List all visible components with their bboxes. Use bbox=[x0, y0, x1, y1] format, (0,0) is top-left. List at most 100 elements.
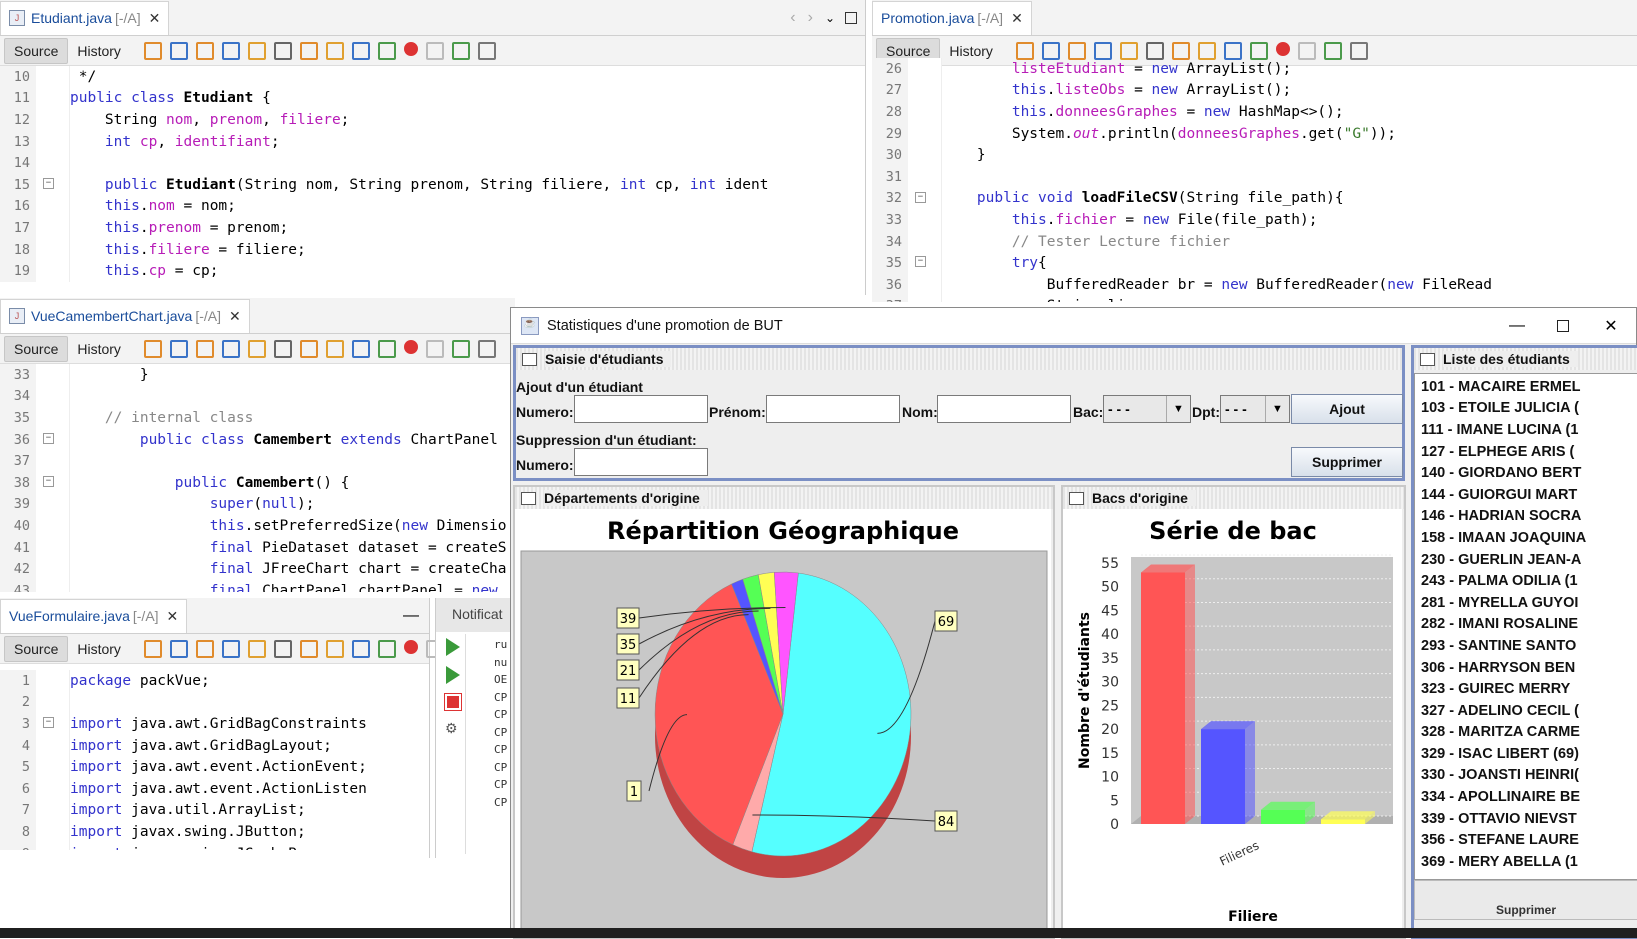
select-icon[interactable] bbox=[1197, 41, 1216, 60]
settings-icon[interactable]: ⚙ bbox=[445, 720, 461, 736]
list-item[interactable]: 306 - HARRYSON BEN bbox=[1415, 657, 1637, 679]
stop-icon[interactable] bbox=[425, 41, 444, 60]
list-item[interactable]: 329 - ISAC LIBERT (69) bbox=[1415, 743, 1637, 765]
history-button[interactable]: History bbox=[68, 39, 130, 63]
code-line[interactable]: 38− public Camembert() { bbox=[0, 471, 515, 494]
code-line[interactable]: 5 import java.awt.event.ActionEvent; bbox=[0, 756, 429, 778]
code-line[interactable]: 30 } bbox=[872, 144, 1637, 166]
code-line[interactable]: 19 this.cp = cp; bbox=[0, 260, 865, 282]
stop-icon[interactable] bbox=[444, 693, 462, 711]
code-line[interactable]: 12 String nom, prenom, filiere; bbox=[0, 109, 865, 131]
chevron-down-icon[interactable]: ▼ bbox=[1166, 396, 1190, 422]
etudiants-list[interactable]: 101 - MACAIRE ERMEL 103 - ETOILE JULICIA … bbox=[1414, 373, 1637, 880]
find-icon[interactable] bbox=[221, 339, 240, 358]
maximize-icon[interactable] bbox=[845, 11, 857, 24]
fold-icon[interactable]: − bbox=[915, 256, 926, 268]
find-prev-icon[interactable] bbox=[247, 639, 266, 658]
code-line[interactable]: 8 import javax.swing.JButton; bbox=[0, 821, 429, 843]
code-line[interactable]: 35 // internal class bbox=[0, 407, 515, 429]
find-icon[interactable] bbox=[221, 639, 240, 658]
code-line[interactable]: 10 */ bbox=[0, 66, 865, 88]
scroll-right-icon[interactable]: › bbox=[808, 9, 813, 27]
code-line[interactable]: 6 import java.awt.event.ActionListen bbox=[0, 777, 429, 800]
numero-suppr-input[interactable] bbox=[574, 448, 708, 476]
code-line[interactable]: 36 BufferedReader br = new BufferedReade… bbox=[872, 273, 1637, 296]
code-line[interactable]: 34 // Tester Lecture fichier bbox=[872, 230, 1637, 253]
toggle-highlight-icon[interactable] bbox=[299, 339, 318, 358]
comment-icon[interactable] bbox=[1349, 41, 1368, 60]
code-line[interactable]: 9 import javax.swing.JComboBox; bbox=[0, 842, 429, 850]
code-line[interactable]: 33 this.fichier = new File(file_path); bbox=[872, 209, 1637, 231]
code-area[interactable]: 33 } 34 35 // internal class 36− public cla… bbox=[0, 364, 515, 592]
close-tab-icon[interactable]: ✕ bbox=[229, 308, 241, 325]
close-window-button[interactable]: ✕ bbox=[1586, 316, 1636, 336]
nom-input[interactable] bbox=[937, 395, 1071, 423]
shift-down-icon[interactable] bbox=[1249, 41, 1268, 60]
select-icon[interactable] bbox=[325, 339, 344, 358]
list-item[interactable]: 323 - GUIREC MERRY bbox=[1415, 678, 1637, 700]
forward-icon[interactable] bbox=[169, 41, 188, 60]
record-icon[interactable] bbox=[403, 339, 418, 354]
close-tab-icon[interactable]: ✕ bbox=[149, 10, 161, 27]
find-next-icon[interactable] bbox=[273, 639, 292, 658]
list-item[interactable]: 127 - ELPHEGE ARIS ( bbox=[1415, 441, 1637, 463]
list-item[interactable]: 369 - MERY ABELLA (1 bbox=[1415, 851, 1637, 873]
back-icon[interactable] bbox=[143, 639, 162, 658]
toggle-highlight-icon[interactable] bbox=[299, 639, 318, 658]
find-icon[interactable] bbox=[221, 41, 240, 60]
code-line[interactable]: 11 public class Etudiant { bbox=[0, 87, 865, 110]
list-item[interactable]: 230 - GUERLIN JEAN-A bbox=[1415, 549, 1637, 571]
find-prev-icon[interactable] bbox=[247, 41, 266, 60]
stop-icon[interactable] bbox=[425, 339, 444, 358]
chevron-down-icon[interactable]: ▼ bbox=[1265, 396, 1289, 422]
list-item[interactable]: 334 - APOLLINAIRE BE bbox=[1415, 786, 1637, 808]
shift-down-icon[interactable] bbox=[377, 639, 396, 658]
code-line[interactable]: 1 package packVue; bbox=[0, 670, 429, 692]
code-line[interactable]: 2 bbox=[0, 691, 429, 714]
numero-input[interactable] bbox=[574, 395, 708, 423]
history-button[interactable]: History bbox=[68, 337, 130, 361]
code-line[interactable]: 28 this.donneesGraphes = new HashMap<>()… bbox=[872, 101, 1637, 123]
forward-icon[interactable] bbox=[1041, 41, 1060, 60]
code-line[interactable]: 27 this.listeObs = new ArrayList(); bbox=[872, 79, 1637, 102]
notifications-tab[interactable]: Notificat bbox=[436, 598, 515, 632]
fold-icon[interactable]: − bbox=[43, 177, 54, 189]
toggle-highlight-icon[interactable] bbox=[299, 41, 318, 60]
list-item[interactable]: 111 - IMANE LUCINA (1 bbox=[1415, 419, 1637, 441]
back-icon[interactable] bbox=[143, 339, 162, 358]
code-line[interactable]: 43 final ChartPanel chartPanel = new bbox=[0, 579, 515, 592]
comment-icon[interactable] bbox=[477, 41, 496, 60]
find-next-icon[interactable] bbox=[273, 41, 292, 60]
list-item[interactable]: 328 - MARITZA CARME bbox=[1415, 722, 1637, 744]
forward-icon[interactable] bbox=[169, 639, 188, 658]
run-icon[interactable] bbox=[446, 638, 460, 656]
code-line[interactable]: 40 this.setPreferredSize(new Dimensio bbox=[0, 515, 515, 537]
bookmark-icon[interactable] bbox=[195, 41, 214, 60]
list-item[interactable]: 101 - MACAIRE ERMEL bbox=[1415, 376, 1637, 398]
list-item[interactable]: 327 - ADELINO CECIL ( bbox=[1415, 700, 1637, 722]
bookmark-icon[interactable] bbox=[195, 639, 214, 658]
chevron-down-icon[interactable]: ⌄ bbox=[825, 11, 835, 25]
history-button[interactable]: History bbox=[68, 637, 130, 661]
record-icon[interactable] bbox=[1275, 41, 1290, 56]
list-item[interactable]: 146 - HADRIAN SOCRA bbox=[1415, 506, 1637, 528]
comment-icon[interactable] bbox=[477, 339, 496, 358]
fold-icon[interactable]: − bbox=[43, 475, 54, 487]
code-line[interactable]: 26 listeEtudiant = new ArrayList(); bbox=[872, 58, 1637, 80]
list-item[interactable]: 144 - GUIORGUI MART bbox=[1415, 484, 1637, 506]
tab-vueformulaire-java[interactable]: VueFormulaire.java [-/A] ✕ bbox=[0, 598, 188, 633]
fold-icon[interactable]: − bbox=[915, 191, 926, 203]
code-line[interactable]: 13 int cp, identifiant; bbox=[0, 130, 865, 153]
list-item[interactable]: 339 - OTTAVIO NIEVST bbox=[1415, 808, 1637, 830]
minimize-window-button[interactable]: — bbox=[1494, 317, 1540, 335]
list-item[interactable]: 243 - PALMA ODILIA (1 bbox=[1415, 570, 1637, 592]
minimize-icon[interactable]: — bbox=[403, 607, 419, 625]
code-line[interactable]: 41 final PieDataset dataset = createS bbox=[0, 536, 515, 559]
code-line[interactable]: 37 String ligne; bbox=[872, 295, 1637, 302]
source-button[interactable]: Source bbox=[4, 635, 69, 662]
shift-up-icon[interactable] bbox=[351, 41, 370, 60]
select-icon[interactable] bbox=[325, 41, 344, 60]
bookmark-icon[interactable] bbox=[195, 339, 214, 358]
code-area[interactable]: 10 */11 public class Etudiant {12 String … bbox=[0, 66, 865, 295]
shift-up-icon[interactable] bbox=[351, 339, 370, 358]
